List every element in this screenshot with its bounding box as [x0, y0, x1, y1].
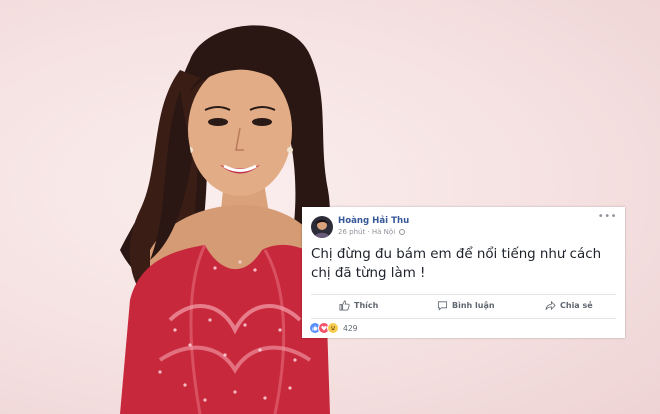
red-dress: [120, 244, 330, 414]
haha-icon: [327, 322, 339, 334]
post-time[interactable]: 26 phút: [338, 228, 365, 236]
post-location[interactable]: Hà Nội: [372, 228, 395, 236]
comment-icon: [437, 301, 448, 311]
reactions-summary[interactable]: 429: [309, 322, 358, 334]
share-icon: [545, 300, 556, 311]
comment-button[interactable]: Bình luận: [437, 300, 495, 311]
author-avatar[interactable]: [311, 216, 333, 238]
like-label: Thích: [354, 301, 379, 310]
divider: [311, 318, 616, 319]
like-button[interactable]: Thích: [339, 300, 378, 311]
divider: [311, 294, 616, 295]
thumbs-up-icon: [339, 300, 350, 311]
author-name[interactable]: Hoàng Hải Thu: [338, 216, 409, 226]
share-button[interactable]: Chia sẻ: [545, 300, 593, 311]
comment-label: Bình luận: [452, 301, 495, 310]
share-label: Chia sẻ: [560, 301, 593, 310]
reaction-count: 429: [343, 323, 358, 333]
facebook-post: Hoàng Hải Thu 26 phút · Hà Nội ••• Chị đ…: [302, 207, 625, 338]
post-actions: Thích Bình luận Chia sẻ: [311, 296, 616, 316]
post-text: Chị đừng đu bám em để nổi tiếng như cách…: [311, 247, 602, 281]
post-meta: 26 phút · Hà Nội: [338, 228, 406, 236]
more-horizontal-icon[interactable]: •••: [598, 211, 617, 222]
globe-icon: [399, 229, 406, 235]
